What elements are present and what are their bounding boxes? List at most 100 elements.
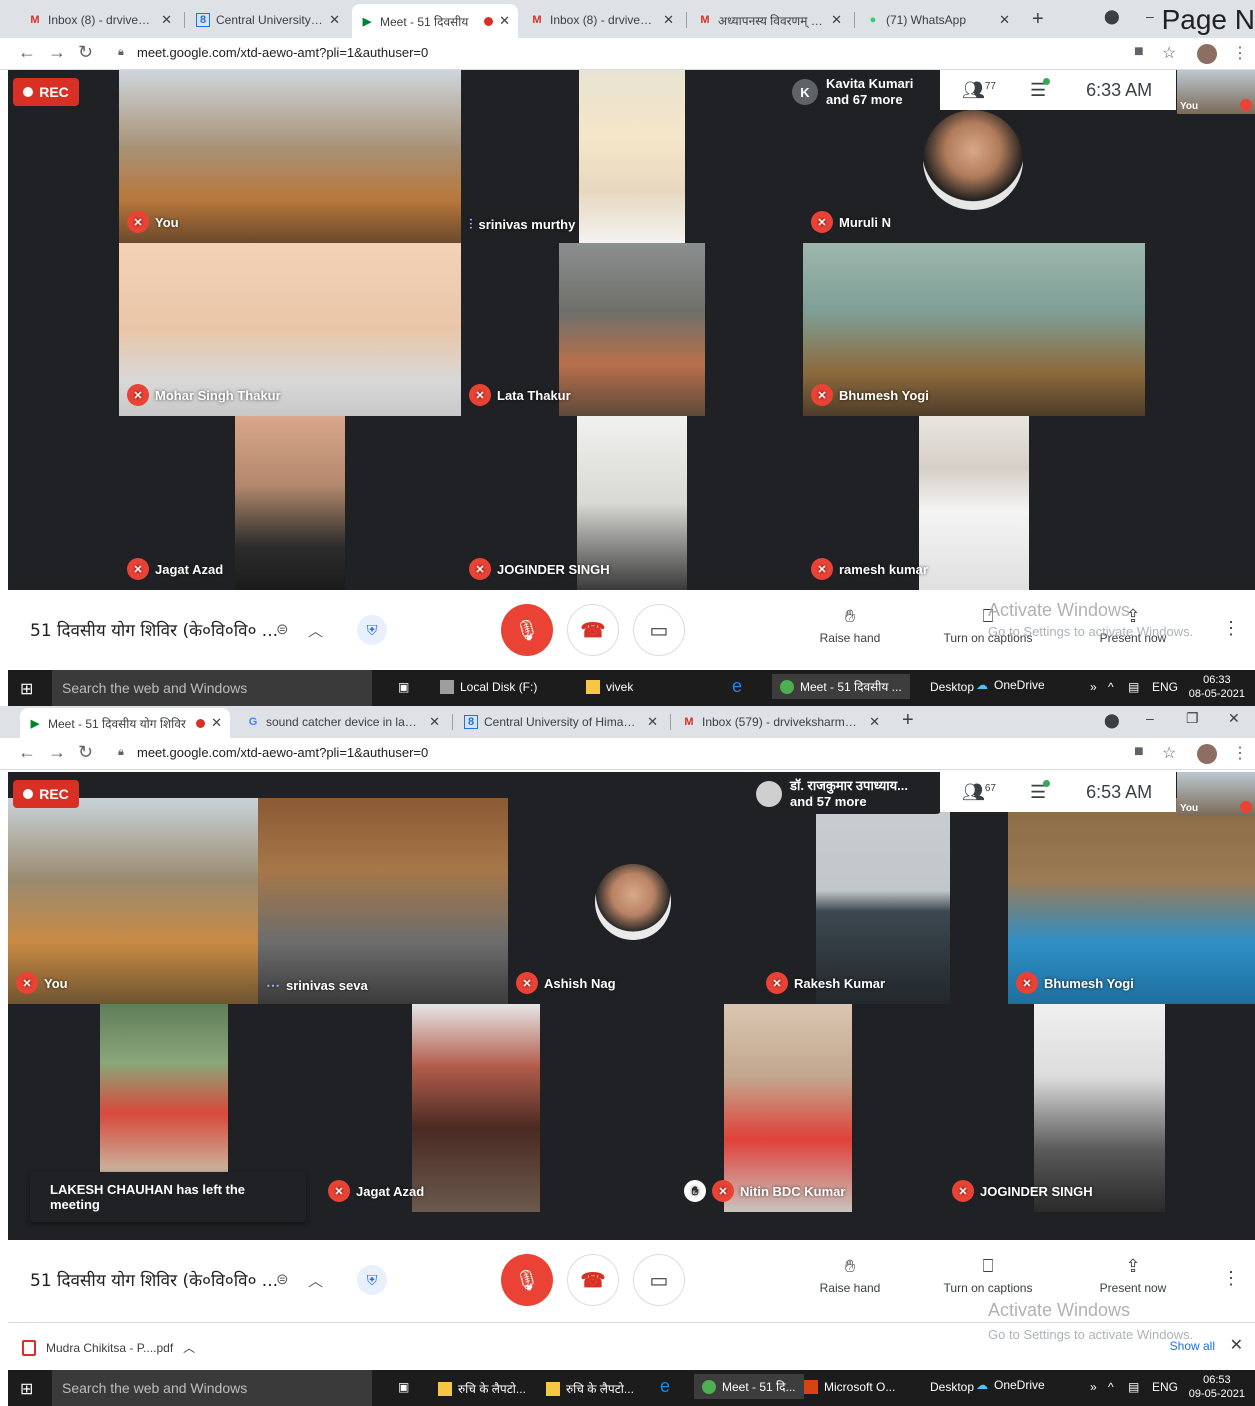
store-icon[interactable]: ▣ — [398, 680, 409, 694]
url-field[interactable]: meet.google.com/xtd-aewo-amt?pli=1&authu… — [137, 45, 428, 60]
people-button[interactable]: 👥︎67 — [962, 782, 996, 803]
taskbar-item-outlook[interactable]: Microsoft O... — [804, 1380, 895, 1394]
tab-gmail-inbox[interactable]: MInbox (579) - drviveksharma.skt@✕ — [674, 708, 888, 736]
close-icon[interactable]: ✕ — [211, 715, 222, 731]
participant-tile[interactable]: ✕ Jagat Azad — [119, 416, 461, 590]
tab-gmail-teaching[interactable]: M अध्यापनस्य विवरणम् - dr ✕ — [690, 6, 850, 34]
edge-icon[interactable]: e — [732, 676, 742, 697]
participant-tile[interactable]: ✕ Bhumesh Yogi — [1008, 798, 1255, 1004]
participant-tile[interactable]: ✕ Lata Thakur — [461, 243, 803, 416]
camera-icon[interactable]: ■ — [1134, 743, 1144, 761]
reload-icon[interactable]: ↻ — [78, 42, 93, 63]
participant-tile[interactable]: ✕ Bhumesh Yogi — [803, 243, 1145, 416]
taskbar-desktop[interactable]: Desktop — [930, 1380, 974, 1394]
host-controls-shield-icon[interactable]: ⛨ — [357, 615, 387, 645]
participant-tile[interactable]: ✕ ramesh kumar — [803, 416, 1145, 590]
taskbar-item-chrome-meet[interactable]: Meet - 51 दिवसीय ... — [772, 674, 910, 699]
participant-tile[interactable]: ✋︎ ✕ Nitin BDC Kumar — [632, 1004, 944, 1212]
overflow-chevron-icon[interactable]: » — [1090, 680, 1097, 694]
chevron-up-icon[interactable]: ︿ — [308, 1270, 323, 1291]
language-indicator[interactable]: ENG — [1152, 680, 1178, 694]
camera-toggle-button[interactable]: ▭ — [633, 1254, 685, 1306]
chevron-up-icon[interactable]: ︿ — [308, 620, 323, 641]
participant-tile[interactable]: ⫶ srinivas murthy — [461, 70, 803, 243]
forward-icon[interactable]: → — [48, 742, 66, 763]
new-tab-button[interactable]: + — [1032, 8, 1044, 31]
meeting-details-icon[interactable]: ⊜ — [276, 1270, 289, 1288]
tab-gmail-inbox-2[interactable]: MInbox (8) - drvivekshar✕ — [522, 6, 682, 34]
tab-meet-active[interactable]: ▶ Meet - 51 दिवसीय ✕ — [352, 4, 518, 38]
forward-icon[interactable]: → — [48, 42, 66, 63]
url-field[interactable]: meet.google.com/xtd-aewo-amt?pli=1&authu… — [137, 745, 428, 760]
chat-icon[interactable]: ☰ — [1030, 77, 1051, 101]
tab-google-search[interactable]: Gsound catcher device in laptop - ✕ — [238, 708, 448, 736]
tab-cuhp[interactable]: 8Central University of Himachal Pr✕ — [456, 708, 666, 736]
taskbar-clock[interactable]: 06:33 08-05-2021 — [1189, 673, 1245, 701]
more-options-icon[interactable]: ⋮ — [1222, 618, 1240, 639]
participant-tile[interactable]: ✕ Rakesh Kumar — [758, 798, 1008, 1004]
leave-call-button[interactable]: ☎︎ — [567, 604, 619, 656]
taskbar-clock[interactable]: 06:53 09-05-2021 — [1189, 1373, 1245, 1401]
close-icon[interactable]: ✕ — [869, 714, 880, 730]
new-tab-button[interactable]: + — [902, 709, 914, 732]
close-icon[interactable]: ✕ — [831, 12, 842, 28]
mic-toggle-button[interactable]: 🎙︎ — [501, 1254, 553, 1306]
restore-button[interactable]: ❐ — [1186, 710, 1199, 727]
kebab-menu-icon[interactable]: ⋮ — [1232, 743, 1248, 763]
minimize-button[interactable]: – — [1146, 710, 1154, 726]
mic-toggle-button[interactable]: 🎙︎ — [501, 604, 553, 656]
taskbar-item-folder-1[interactable]: रुचि के लैपटो... — [438, 1380, 526, 1397]
store-icon[interactable]: ▣ — [398, 1380, 409, 1394]
leave-call-button[interactable]: ☎︎ — [567, 1254, 619, 1306]
participant-tile[interactable]: ✕ Jagat Azad — [320, 1004, 632, 1212]
chat-icon[interactable]: ☰ — [1030, 779, 1051, 803]
tab-gmail-inbox[interactable]: MInbox (8) - drvivekshar✕ — [20, 6, 180, 34]
taskbar-item-chrome-meet[interactable]: Meet - 51 दि... — [694, 1374, 804, 1399]
participant-tile[interactable]: ✕ You — [8, 798, 258, 1004]
self-view-thumbnail[interactable]: You — [1177, 772, 1255, 816]
presenter-chip[interactable]: डॉ. राजकुमार उपाध्याय... and 57 more — [746, 774, 942, 814]
participant-tile[interactable]: ✕ You — [119, 70, 461, 243]
profile-avatar[interactable] — [1197, 744, 1217, 764]
minimize-button[interactable]: – — [1146, 8, 1154, 24]
close-download-bar-icon[interactable]: ✕ — [1230, 1335, 1243, 1355]
participant-tile[interactable]: ✕ JOGINDER SINGH — [461, 416, 803, 590]
notification-icon[interactable]: ▤ — [1128, 680, 1139, 694]
taskbar-item-folder-2[interactable]: रुचि के लैपटो... — [546, 1380, 634, 1397]
download-item-pdf[interactable]: Mudra Chikitsa - P....pdf ︿ — [22, 1339, 195, 1356]
present-now-button[interactable]: ⇪ Present now — [1078, 1256, 1188, 1295]
raise-hand-button[interactable]: ✋︎ Raise hand — [795, 1256, 905, 1295]
tab-meet-active[interactable]: ▶ Meet - 51 दिवसीय योग शिविर ✕ — [20, 708, 230, 738]
tray-chevron-icon[interactable]: ^ — [1108, 1380, 1114, 1394]
tab-whatsapp[interactable]: ● (71) WhatsApp ✕ — [858, 6, 1018, 34]
close-icon[interactable]: ✕ — [663, 12, 674, 28]
edge-icon[interactable]: e — [660, 1376, 670, 1397]
self-view-thumbnail[interactable]: You — [1177, 70, 1255, 114]
meeting-details-icon[interactable]: ⊜ — [276, 620, 289, 638]
participant-tile[interactable]: ✕ JOGINDER SINGH — [944, 1004, 1255, 1212]
more-options-icon[interactable]: ⋮ — [1222, 1268, 1240, 1289]
taskbar-item-vivek[interactable]: vivek — [586, 680, 633, 694]
taskbar-search[interactable]: Search the web and Windows — [52, 670, 372, 706]
language-indicator[interactable]: ENG — [1152, 1380, 1178, 1394]
close-icon[interactable]: ✕ — [647, 714, 658, 730]
camera-toggle-button[interactable]: ▭ — [633, 604, 685, 656]
windows-start-icon[interactable]: ⊞ — [20, 1379, 33, 1399]
tray-chevron-icon[interactable]: ^ — [1108, 680, 1114, 694]
raise-hand-button[interactable]: ✋︎ Raise hand — [795, 606, 905, 645]
windows-start-icon[interactable]: ⊞ — [20, 679, 33, 699]
participant-tile[interactable]: ⋯ srinivas seva — [258, 798, 508, 1004]
close-icon[interactable]: ✕ — [499, 13, 510, 29]
overflow-chevron-icon[interactable]: » — [1090, 1380, 1097, 1394]
onedrive-item[interactable]: ☁ OneDrive — [976, 1378, 1045, 1392]
participant-tile[interactable]: ✕ Mohar Singh Thakur — [119, 243, 461, 416]
close-window-button[interactable]: ✕ — [1228, 710, 1240, 727]
close-icon[interactable]: ✕ — [999, 12, 1010, 28]
close-icon[interactable]: ✕ — [429, 714, 440, 730]
profile-menu-icon[interactable]: ⬤ — [1104, 712, 1120, 729]
taskbar-desktop[interactable]: Desktop — [930, 680, 974, 694]
profile-menu-icon[interactable]: ⬤ — [1104, 8, 1120, 25]
close-icon[interactable]: ✕ — [161, 12, 172, 28]
onedrive-item[interactable]: ☁ OneDrive — [976, 678, 1045, 692]
bookmark-star-icon[interactable]: ☆ — [1162, 743, 1176, 763]
